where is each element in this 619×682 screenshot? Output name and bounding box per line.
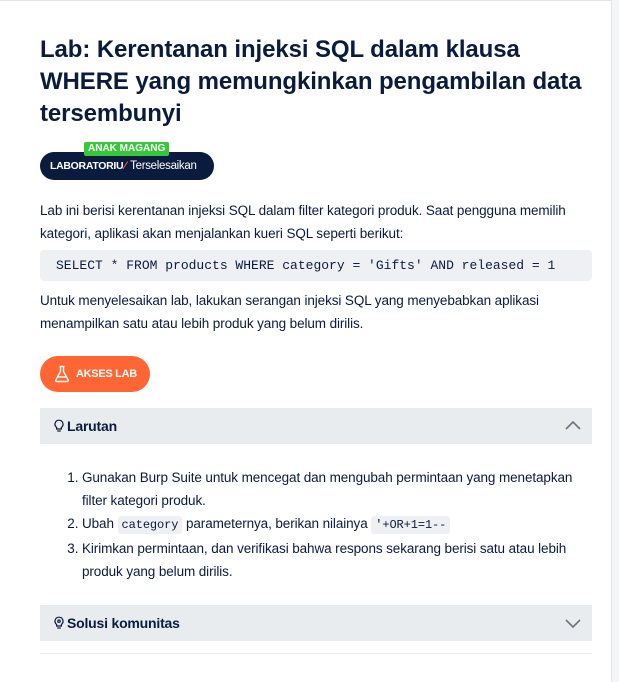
lab-type-label: LABORATORIU xyxy=(50,160,124,172)
inline-code-payload: '+OR+1=1-- xyxy=(371,516,451,534)
flask-icon xyxy=(55,365,69,383)
community-accordion-header[interactable]: Solusi komunitas xyxy=(40,605,592,641)
solution-step-3: Kirimkan permintaan, dan verifikasi bahw… xyxy=(82,537,582,583)
access-lab-label: AKSES LAB xyxy=(76,368,137,380)
lab-goal: Untuk menyelesaikan lab, lakukan seranga… xyxy=(40,293,539,331)
solution-accordion-header[interactable]: Larutan xyxy=(40,408,592,444)
section-divider xyxy=(40,653,592,654)
lab-status-badge: ‹ LABORATORIU ⁄ Terselesaikan ANAK MAGAN… xyxy=(40,142,215,182)
community-icon xyxy=(54,616,64,629)
access-lab-button[interactable]: AKSES LAB xyxy=(40,356,150,392)
page-title: Lab: Kerentanan injeksi SQL dalam klausa… xyxy=(40,36,582,127)
sql-query-block: SELECT * FROM products WHERE category = … xyxy=(40,250,592,281)
inline-code-category: category xyxy=(117,516,183,534)
solution-step-1: Gunakan Burp Suite untuk mencegat dan me… xyxy=(82,466,582,512)
community-title: Solusi komunitas xyxy=(67,615,180,631)
lab-description: Lab ini berisi kerentanan injeksi SQL da… xyxy=(40,203,566,241)
scrollbar-track[interactable] xyxy=(612,0,619,682)
solution-steps: Gunakan Burp Suite untuk mencegat dan me… xyxy=(62,466,582,583)
lab-status-label: Terselesaikan xyxy=(128,160,197,172)
chevron-down-icon[interactable] xyxy=(564,615,582,631)
lab-pill: ‹ LABORATORIU ⁄ Terselesaikan xyxy=(40,152,214,180)
solution-step-2: Ubah category parameternya, berikan nila… xyxy=(82,512,582,537)
solution-title: Larutan xyxy=(67,418,117,434)
pill-bullet-icon: ‹ xyxy=(40,162,43,170)
chevron-up-icon[interactable] xyxy=(564,418,582,434)
slash-divider: ⁄ xyxy=(124,160,127,172)
level-tag: ANAK MAGANG xyxy=(84,142,170,156)
lightbulb-icon xyxy=(54,419,64,432)
